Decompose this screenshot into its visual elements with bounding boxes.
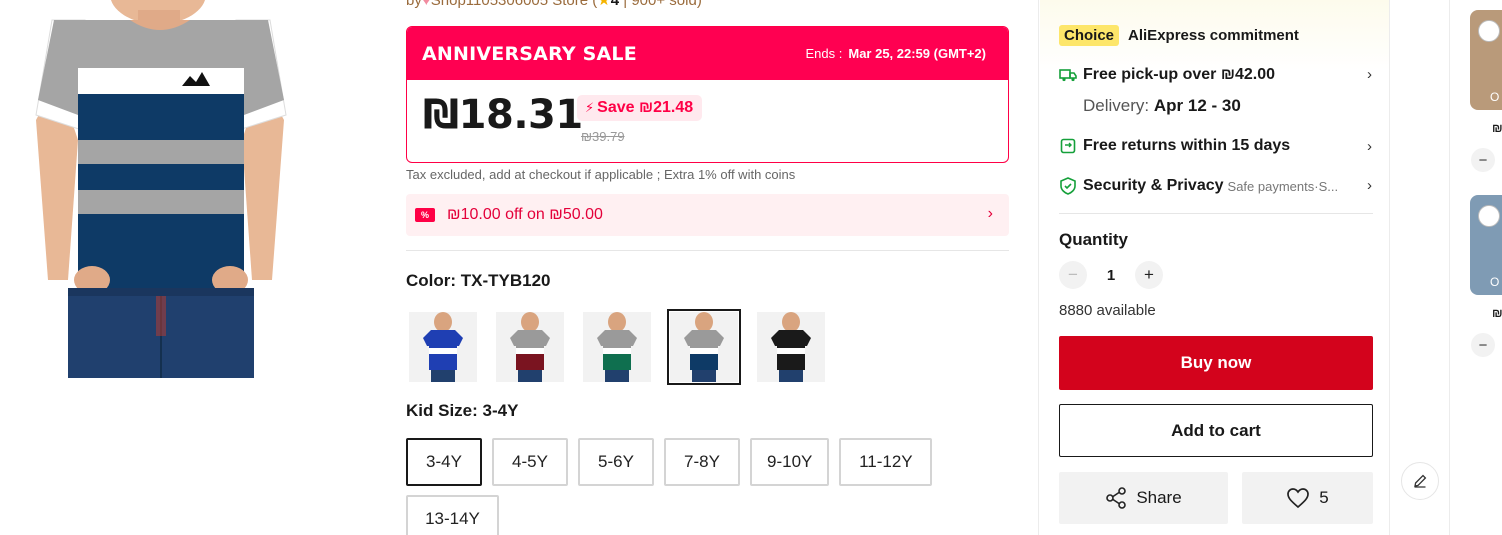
sale-ends-label: Ends : bbox=[805, 46, 843, 61]
quantity-increase-button[interactable]: + bbox=[1135, 261, 1163, 289]
share-icon bbox=[1106, 487, 1127, 509]
lightning-icon: ⚡ bbox=[585, 100, 595, 115]
swatch-image bbox=[409, 312, 477, 382]
returns-text: Free returns within 15 days bbox=[1083, 137, 1291, 154]
sale-ends-value: Mar 25, 22:59 (GMT+2) bbox=[848, 46, 986, 61]
coupon-icon: % bbox=[415, 208, 435, 222]
returns-row[interactable]: Free returns within 15 days bbox=[1059, 137, 1290, 155]
divider bbox=[1059, 213, 1373, 214]
chevron-right-icon[interactable]: › bbox=[1367, 138, 1372, 155]
store-name[interactable]: Shop1105306005 Store bbox=[431, 0, 588, 9]
original-price: ₪39.79 bbox=[581, 129, 625, 144]
choice-tag: Choice bbox=[1059, 25, 1120, 46]
store-rating: 4 bbox=[610, 0, 620, 9]
size-option-11-12y[interactable]: 11-12Y bbox=[839, 438, 933, 486]
pickup-row[interactable]: Free pick-up over ₪42.00 bbox=[1059, 66, 1275, 84]
pencil-icon bbox=[1414, 474, 1427, 488]
share-label: Share bbox=[1136, 488, 1182, 507]
color-swatches bbox=[406, 309, 841, 385]
divider bbox=[406, 250, 1009, 251]
color-swatch-black-white-pinstripe[interactable] bbox=[754, 309, 828, 385]
add-to-cart-button[interactable]: Add to cart bbox=[1059, 404, 1373, 457]
chevron-right-icon: › bbox=[987, 205, 993, 222]
save-amount: Save ₪21.48 bbox=[597, 99, 694, 116]
buy-now-button[interactable]: Buy now bbox=[1059, 336, 1373, 390]
swatch-image bbox=[757, 312, 825, 382]
sale-header: ANNIVERSARY SALE Ends : Mar 25, 22:59 (GM… bbox=[407, 27, 1008, 80]
edit-button[interactable] bbox=[1401, 462, 1439, 500]
swatch-image bbox=[496, 312, 564, 382]
size-label: Kid Size: 3-4Y bbox=[406, 401, 519, 420]
product-main-image[interactable] bbox=[30, 0, 292, 378]
quantity-label: Quantity bbox=[1059, 230, 1128, 249]
shield-icon bbox=[1059, 177, 1077, 195]
size-option-3-4y[interactable]: 3-4Y bbox=[406, 438, 482, 486]
select-circle[interactable] bbox=[1478, 205, 1500, 227]
coupon-text: ₪10.00 off on ₪50.00 bbox=[447, 206, 603, 223]
security-text: Security & Privacy bbox=[1083, 177, 1224, 194]
size-option-5-6y[interactable]: 5-6Y bbox=[578, 438, 654, 486]
delivery-row: Delivery: Apr 12 - 30 bbox=[1083, 96, 1241, 116]
size-option-7-8y[interactable]: 7-8Y bbox=[664, 438, 740, 486]
color-swatch-blue-white-stripes[interactable] bbox=[406, 309, 480, 385]
quantity-value[interactable]: 1 bbox=[1087, 267, 1135, 284]
side-thumb-label: O bbox=[1490, 275, 1500, 289]
quantity-stepper: − 1 + bbox=[1059, 261, 1163, 289]
swatch-image bbox=[670, 312, 738, 382]
sold-count: 900+ sold bbox=[631, 0, 697, 9]
side-recommendations: O ₪ − O ₪ − bbox=[1449, 0, 1502, 535]
side-price: ₪ bbox=[1492, 121, 1502, 135]
side-price: ₪ bbox=[1492, 306, 1502, 320]
store-prefix: by bbox=[406, 0, 422, 9]
commitment-title: AliExpress commitment bbox=[1128, 27, 1299, 44]
truck-icon bbox=[1059, 66, 1077, 84]
delivery-value: Apr 12 - 30 bbox=[1153, 96, 1241, 115]
wishlist-count: 5 bbox=[1319, 488, 1329, 507]
chevron-right-icon[interactable]: › bbox=[1367, 177, 1372, 194]
heart-icon bbox=[1287, 488, 1310, 509]
side-minus-button[interactable]: − bbox=[1471, 148, 1495, 172]
price-row: ₪18.31 ⚡ Save ₪21.48 ₪39.79 bbox=[407, 80, 1008, 162]
quantity-decrease-button[interactable]: − bbox=[1059, 261, 1087, 289]
side-minus-button[interactable]: − bbox=[1471, 333, 1495, 357]
chevron-right-icon[interactable]: › bbox=[1367, 66, 1372, 83]
side-thumb-label: O bbox=[1490, 90, 1500, 104]
color-label: Color: TX-TYB120 bbox=[406, 271, 551, 290]
kids-shirt-illustration bbox=[35, 0, 287, 378]
tax-note: Tax excluded, add at checkout if applica… bbox=[406, 167, 796, 182]
security-subtext: Safe payments·S... bbox=[1227, 178, 1339, 194]
star-icon: ★ bbox=[597, 0, 611, 9]
store-icon: ♥ bbox=[421, 0, 431, 9]
store-line[interactable]: by♥Shop1105306005 Store (★4 | 900+ sold) bbox=[406, 0, 702, 9]
wishlist-button[interactable]: 5 bbox=[1242, 472, 1373, 524]
save-badge: ⚡ Save ₪21.48 bbox=[577, 95, 703, 121]
delivery-label: Delivery: bbox=[1083, 96, 1150, 115]
security-row[interactable]: Security & Privacy Safe payments·S... bbox=[1059, 177, 1338, 195]
available-count: 8880 available bbox=[1059, 302, 1156, 319]
sale-title: ANNIVERSARY SALE bbox=[422, 42, 637, 65]
choice-row: Choice AliExpress commitment bbox=[1059, 25, 1299, 46]
size-option-4-5y[interactable]: 4-5Y bbox=[492, 438, 568, 486]
pickup-text: Free pick-up over ₪42.00 bbox=[1083, 66, 1275, 83]
purchase-panel: Choice AliExpress commitment Free pick-u… bbox=[1038, 0, 1390, 535]
share-button[interactable]: Share bbox=[1059, 472, 1228, 524]
side-thumb[interactable]: O bbox=[1470, 10, 1502, 110]
current-price: ₪18.31 bbox=[423, 92, 583, 138]
side-thumb[interactable]: O bbox=[1470, 195, 1502, 295]
size-option-13-14y[interactable]: 13-14Y bbox=[406, 495, 499, 535]
returns-icon bbox=[1059, 137, 1077, 155]
swatch-image bbox=[583, 312, 651, 382]
color-swatch-gray-maroon[interactable] bbox=[493, 309, 567, 385]
size-options: 3-4Y 4-5Y 5-6Y 7-8Y 9-10Y 11-12Y 13-14Y bbox=[406, 438, 966, 535]
select-circle[interactable] bbox=[1478, 20, 1500, 42]
color-swatch-gray-navy[interactable] bbox=[667, 309, 741, 385]
color-swatch-gray-green[interactable] bbox=[580, 309, 654, 385]
coupon-banner[interactable]: % ₪10.00 off on ₪50.00 › bbox=[406, 194, 1009, 236]
size-option-9-10y[interactable]: 9-10Y bbox=[750, 438, 830, 486]
sale-ends: Ends : Mar 25, 22:59 (GMT+2) bbox=[806, 46, 987, 61]
sale-box: ANNIVERSARY SALE Ends : Mar 25, 22:59 (GM… bbox=[406, 26, 1009, 163]
